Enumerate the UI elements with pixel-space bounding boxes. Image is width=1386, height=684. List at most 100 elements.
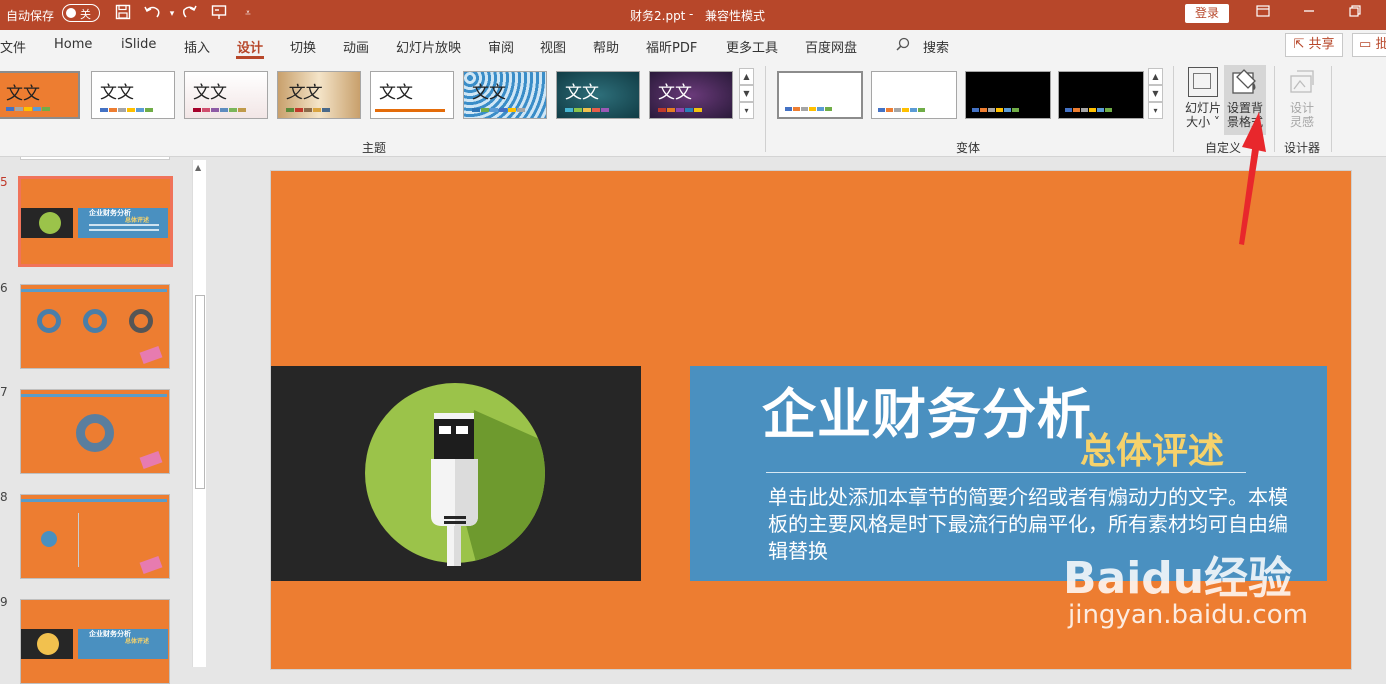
slide-size-button[interactable]: 幻灯片 大小 ˅ xyxy=(1182,65,1224,135)
variant-1[interactable] xyxy=(777,71,863,119)
redo-icon[interactable] xyxy=(179,4,199,24)
themes-scroll-up-icon[interactable]: ▲ xyxy=(739,68,754,85)
usb-plug-icon xyxy=(365,383,545,566)
share-icon: ⇱ xyxy=(1293,37,1305,52)
menu-animations[interactable]: 动画 xyxy=(343,37,369,56)
theme-teal-dark[interactable]: 文文 xyxy=(556,71,640,119)
scroll-up-icon[interactable]: ▲ xyxy=(195,163,201,172)
title-divider xyxy=(766,472,1246,473)
theme-ink[interactable]: 文文 xyxy=(277,71,361,119)
theme-sample-text: 文文 xyxy=(286,83,320,103)
design-ideas-icon xyxy=(1287,67,1317,97)
ribbon-divider xyxy=(1331,66,1332,152)
theme-sample-text: 文文 xyxy=(472,83,506,103)
themes-scroll-down-icon[interactable]: ▼ xyxy=(739,85,754,102)
search-icon[interactable] xyxy=(896,37,910,55)
menu-foxit-pdf[interactable]: 福昕PDF xyxy=(646,37,697,56)
menu-baidu-netdisk[interactable]: 百度网盘 xyxy=(805,37,857,56)
restore-icon[interactable] xyxy=(1344,3,1366,25)
menu-file[interactable]: 文件 xyxy=(0,37,26,56)
thumb-dark-block xyxy=(21,208,73,238)
search-label[interactable]: 搜索 xyxy=(923,37,949,56)
thumb-subtitle: 总体评述 xyxy=(125,217,150,224)
theme-office[interactable]: 文文 xyxy=(91,71,175,119)
thumbnail-number: 9 xyxy=(0,595,8,609)
menu-islide[interactable]: iSlide xyxy=(121,37,156,52)
customize-toolbar-icon[interactable]: ⩡ xyxy=(238,4,258,24)
menu-review[interactable]: 审阅 xyxy=(488,37,514,56)
compatibility-mode: 兼容性模式 xyxy=(705,9,766,23)
undo-icon[interactable] xyxy=(143,4,163,24)
comments-button[interactable]: ▭ 批 xyxy=(1352,33,1386,57)
slide-subtitle[interactable]: 总体评述 xyxy=(1080,422,1224,474)
watermark-logo-text: Baidu经验 xyxy=(1063,553,1293,604)
slide-title[interactable]: 企业财务分析 xyxy=(762,370,1092,449)
slide-thumbnail-9[interactable]: 企业财务分析 总体评述 xyxy=(20,599,170,684)
design-ideas-label-1: 设计 xyxy=(1289,101,1314,115)
slide-thumbnail-6[interactable] xyxy=(20,284,170,369)
theme-purple-dark[interactable]: 文文 xyxy=(649,71,733,119)
design-ideas-label-2: 灵感 xyxy=(1289,115,1314,129)
menu-insert[interactable]: 插入 xyxy=(184,37,210,56)
image-panel[interactable] xyxy=(271,366,641,581)
menu-design[interactable]: 设计 xyxy=(237,37,263,56)
scrollbar-thumb[interactable] xyxy=(195,295,205,489)
slide-thumbnail-7[interactable] xyxy=(20,389,170,474)
menu-transitions[interactable]: 切换 xyxy=(290,37,316,56)
thumbnail-scrollbar[interactable]: ▲ xyxy=(192,160,206,667)
thumb-dark-block xyxy=(21,629,73,659)
login-button[interactable]: 登录 xyxy=(1185,4,1229,23)
theme-current[interactable]: 文文 xyxy=(0,71,80,119)
save-icon[interactable] xyxy=(113,4,133,24)
share-button[interactable]: ⇱ 共享 xyxy=(1285,33,1343,57)
slide-size-icon xyxy=(1188,67,1218,97)
variants-more-icon[interactable]: ▾ xyxy=(1148,102,1163,119)
theme-pattern-blue[interactable]: 文文 xyxy=(463,71,547,119)
variant-2[interactable] xyxy=(871,71,957,119)
slide-thumbnail-5[interactable]: 企业财务分析 总体评述 xyxy=(18,176,173,267)
group-label-designer: 设计器 xyxy=(1284,141,1321,155)
themes-more-icon[interactable]: ▾ xyxy=(739,102,754,119)
present-from-start-icon[interactable] xyxy=(209,4,229,24)
previous-thumbnail-edge xyxy=(20,157,170,160)
autosave-toggle[interactable]: 关 xyxy=(62,4,100,22)
menu-help[interactable]: 帮助 xyxy=(593,37,619,56)
theme-facet[interactable]: 文文 xyxy=(184,71,268,119)
variants-scroll-down-icon[interactable]: ▼ xyxy=(1148,85,1163,102)
slide-size-label-1: 幻灯片 xyxy=(1184,101,1221,115)
menu-home[interactable]: Home xyxy=(54,37,92,52)
thumb-blue-block: 企业财务分析 总体评述 xyxy=(78,629,168,659)
themes-scroll: ▲ ▼ ▾ xyxy=(739,68,754,120)
variant-3[interactable] xyxy=(965,71,1051,119)
title-bar: 自动保存 关 ▾ ⩡ 财务2.ppt - 兼容性模式 登录 xyxy=(0,0,1386,30)
active-tab-indicator xyxy=(236,56,264,59)
theme-sample-text: 文文 xyxy=(193,83,227,103)
theme-sample-text: 文文 xyxy=(565,83,599,103)
group-label-variants: 变体 xyxy=(956,141,981,155)
menu-view[interactable]: 视图 xyxy=(540,37,566,56)
theme-orange-line[interactable]: 文文 xyxy=(370,71,454,119)
comment-icon: ▭ xyxy=(1359,37,1372,52)
slide-size-label-2: 大小 ˅ xyxy=(1186,115,1220,129)
slide-thumbnail-8[interactable] xyxy=(20,494,170,579)
theme-sample-text: 文文 xyxy=(100,83,134,103)
ribbon-divider xyxy=(765,66,766,152)
theme-sample-text: 文文 xyxy=(658,83,692,103)
design-ideas-button[interactable]: 设计 灵感 xyxy=(1281,65,1323,135)
red-arrow-annotation xyxy=(1239,112,1266,245)
share-label: 共享 xyxy=(1308,37,1335,52)
menu-more-tools[interactable]: 更多工具 xyxy=(726,37,778,56)
thumbnail-number: 6 xyxy=(0,281,8,295)
minimize-icon[interactable] xyxy=(1298,3,1320,25)
toggle-knob xyxy=(66,8,76,18)
variants-scroll: ▲ ▼ ▾ xyxy=(1148,68,1163,120)
slide-thumbnail-pane: 5 企业财务分析 总体评述 6 7 8 9 企业财务分析 总体评述 xyxy=(0,157,212,684)
variant-4[interactable] xyxy=(1058,71,1144,119)
group-label-themes: 主题 xyxy=(362,141,387,155)
theme-sample-text: 文文 xyxy=(379,83,413,103)
ribbon-display-options-icon[interactable] xyxy=(1252,3,1274,25)
menu-slideshow[interactable]: 幻灯片放映 xyxy=(396,37,461,56)
comment-label: 批 xyxy=(1375,37,1386,52)
watermark-url: jingyan.baidu.com xyxy=(1068,600,1308,630)
variants-scroll-up-icon[interactable]: ▲ xyxy=(1148,68,1163,85)
